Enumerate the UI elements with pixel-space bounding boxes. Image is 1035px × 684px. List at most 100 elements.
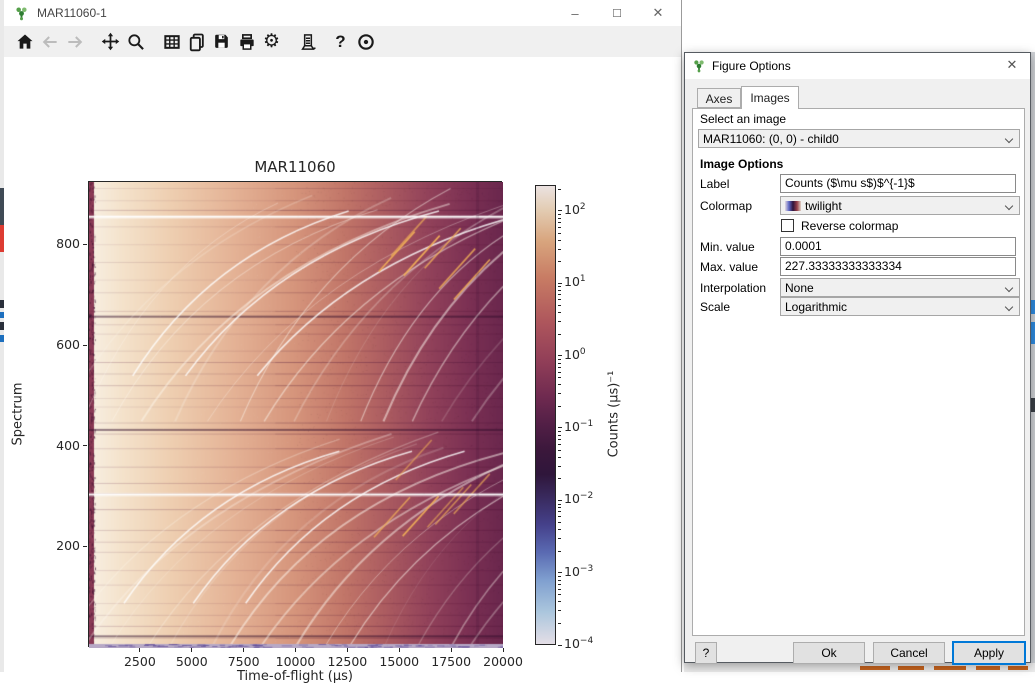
mantid-logo-icon: [692, 59, 706, 73]
sliver-segment: [860, 666, 890, 670]
grid-icon[interactable]: [159, 29, 184, 54]
colorbar-minor-tick: [558, 312, 561, 313]
reverse-colormap-checkbox[interactable]: [781, 219, 794, 232]
dialog-title: Figure Options: [712, 59, 791, 73]
scale-value: Logarithmic: [785, 300, 847, 314]
colorbar-minor-tick: [558, 584, 561, 585]
toggle-view-icon[interactable]: [353, 29, 378, 54]
colorbar-minor-tick: [558, 294, 561, 295]
y-tick-mark: [83, 244, 87, 245]
interpolation-field-label: Interpolation: [700, 281, 766, 295]
max-value-input[interactable]: 227.33333333333334: [780, 257, 1016, 276]
cancel-button[interactable]: Cancel: [873, 642, 945, 664]
save-icon[interactable]: [209, 29, 234, 54]
scale-field-label: Scale: [700, 300, 730, 314]
label-input[interactable]: Counts ($\mu s$)$^{-1}$: [780, 174, 1016, 193]
gear-icon[interactable]: ⚙: [259, 29, 284, 54]
colorbar-tick-mark: [558, 572, 562, 573]
colorbar-minor-tick: [558, 222, 561, 223]
colorbar-minor-tick: [558, 249, 561, 250]
figure-window: MAR11060-1 – ☐ ✕: [4, 0, 682, 672]
help-button[interactable]: ?: [695, 642, 717, 664]
background-window-sliver-right: [1031, 52, 1035, 672]
colorbar-minor-tick: [558, 372, 561, 373]
colorbar-minor-tick: [558, 504, 561, 505]
colorbar-minor-tick: [558, 240, 561, 241]
maximize-button[interactable]: ☐: [600, 0, 634, 26]
sliver-segment: [1031, 322, 1035, 344]
colorbar-minor-tick: [558, 305, 561, 306]
image-select-dropdown[interactable]: MAR11060: (0, 0) - child0: [698, 129, 1020, 148]
interpolation-dropdown[interactable]: None: [780, 278, 1020, 297]
apply-button[interactable]: Apply: [953, 642, 1025, 664]
colorbar-minor-tick: [558, 444, 561, 445]
x-tick-mark: [295, 648, 296, 652]
colorbar-minor-tick: [558, 261, 561, 262]
figure-options-dialog: Figure Options ✕ Axes Images Select an i…: [684, 52, 1031, 663]
home-icon[interactable]: [12, 29, 37, 54]
close-button[interactable]: ✕: [641, 0, 675, 26]
dialog-titlebar[interactable]: Figure Options ✕: [685, 53, 1030, 79]
colorbar-minor-tick: [558, 214, 561, 215]
colorbar-minor-tick: [558, 450, 561, 451]
chevron-down-icon: [1005, 135, 1013, 143]
reverse-colormap-label: Reverse colormap: [801, 219, 898, 233]
colormap-dropdown[interactable]: twilight: [780, 196, 1020, 215]
colorbar-tick-label: 10−1: [564, 419, 593, 434]
colorbar-minor-tick: [558, 576, 561, 577]
colorbar-minor-tick: [558, 589, 561, 590]
colorbar-tick-label: 10−4: [564, 636, 593, 651]
colorbar-minor-tick: [558, 507, 561, 508]
sliver-segment: [1031, 398, 1035, 412]
ok-button[interactable]: Ok: [793, 642, 865, 664]
y-tick-label: 400: [40, 438, 80, 453]
colorbar-minor-tick: [558, 359, 561, 360]
colorbar-tick-label: 10−2: [564, 491, 593, 506]
copy-icon[interactable]: [184, 29, 209, 54]
colorbar-minor-tick: [558, 580, 561, 581]
print-icon[interactable]: [234, 29, 259, 54]
tab-axes[interactable]: Axes: [697, 88, 741, 108]
back-icon[interactable]: [37, 29, 62, 54]
heatmap-axes[interactable]: [88, 181, 502, 647]
colormap-value: twilight: [805, 199, 842, 213]
colorbar-minor-tick: [558, 522, 561, 523]
colorbar-minor-tick: [558, 466, 561, 467]
help-icon[interactable]: ?: [328, 29, 353, 54]
colorbar-minor-tick: [558, 610, 561, 611]
colorbar-minor-tick: [558, 601, 561, 602]
mantid-logo-icon: [14, 6, 29, 21]
figure-titlebar[interactable]: MAR11060-1 – ☐ ✕: [4, 0, 681, 26]
colorbar-minor-tick: [558, 457, 561, 458]
colorbar[interactable]: [535, 185, 556, 645]
plot-toolbar: ⚙ ?: [4, 26, 681, 57]
min-value-input[interactable]: 0.0001: [780, 237, 1016, 256]
colorbar-minor-tick: [558, 529, 561, 530]
y-tick-label: 200: [40, 538, 80, 553]
select-image-label: Select an image: [700, 112, 786, 126]
x-axis-label: Time-of-flight (μs): [88, 669, 502, 684]
y-tick-mark: [83, 445, 87, 446]
background-window-sliver-bottom: [684, 663, 1035, 672]
y-tick-label: 800: [40, 236, 80, 251]
colorbar-minor-tick: [558, 478, 561, 479]
heatmap-image[interactable]: [89, 182, 503, 648]
image-options-section-title: Image Options: [700, 157, 783, 171]
x-tick-mark: [503, 648, 504, 652]
tab-images[interactable]: Images: [741, 86, 799, 109]
x-tick-mark: [347, 648, 348, 652]
colorbar-tick-mark: [558, 500, 562, 501]
scale-dropdown[interactable]: Logarithmic: [780, 297, 1020, 316]
y-tick-label: 600: [40, 337, 80, 352]
colorbar-minor-tick: [558, 233, 561, 234]
colorbar-minor-tick: [558, 299, 561, 300]
chevron-down-icon: [1005, 284, 1013, 292]
pan-icon[interactable]: [98, 29, 123, 54]
zoom-icon[interactable]: [123, 29, 148, 54]
minimize-button[interactable]: –: [558, 0, 592, 26]
colorbar-minor-tick: [558, 516, 561, 517]
window-title: MAR11060-1: [37, 6, 107, 20]
forward-icon[interactable]: [62, 29, 87, 54]
dialog-close-icon[interactable]: ✕: [1002, 57, 1022, 75]
fit-icon[interactable]: [295, 29, 320, 54]
